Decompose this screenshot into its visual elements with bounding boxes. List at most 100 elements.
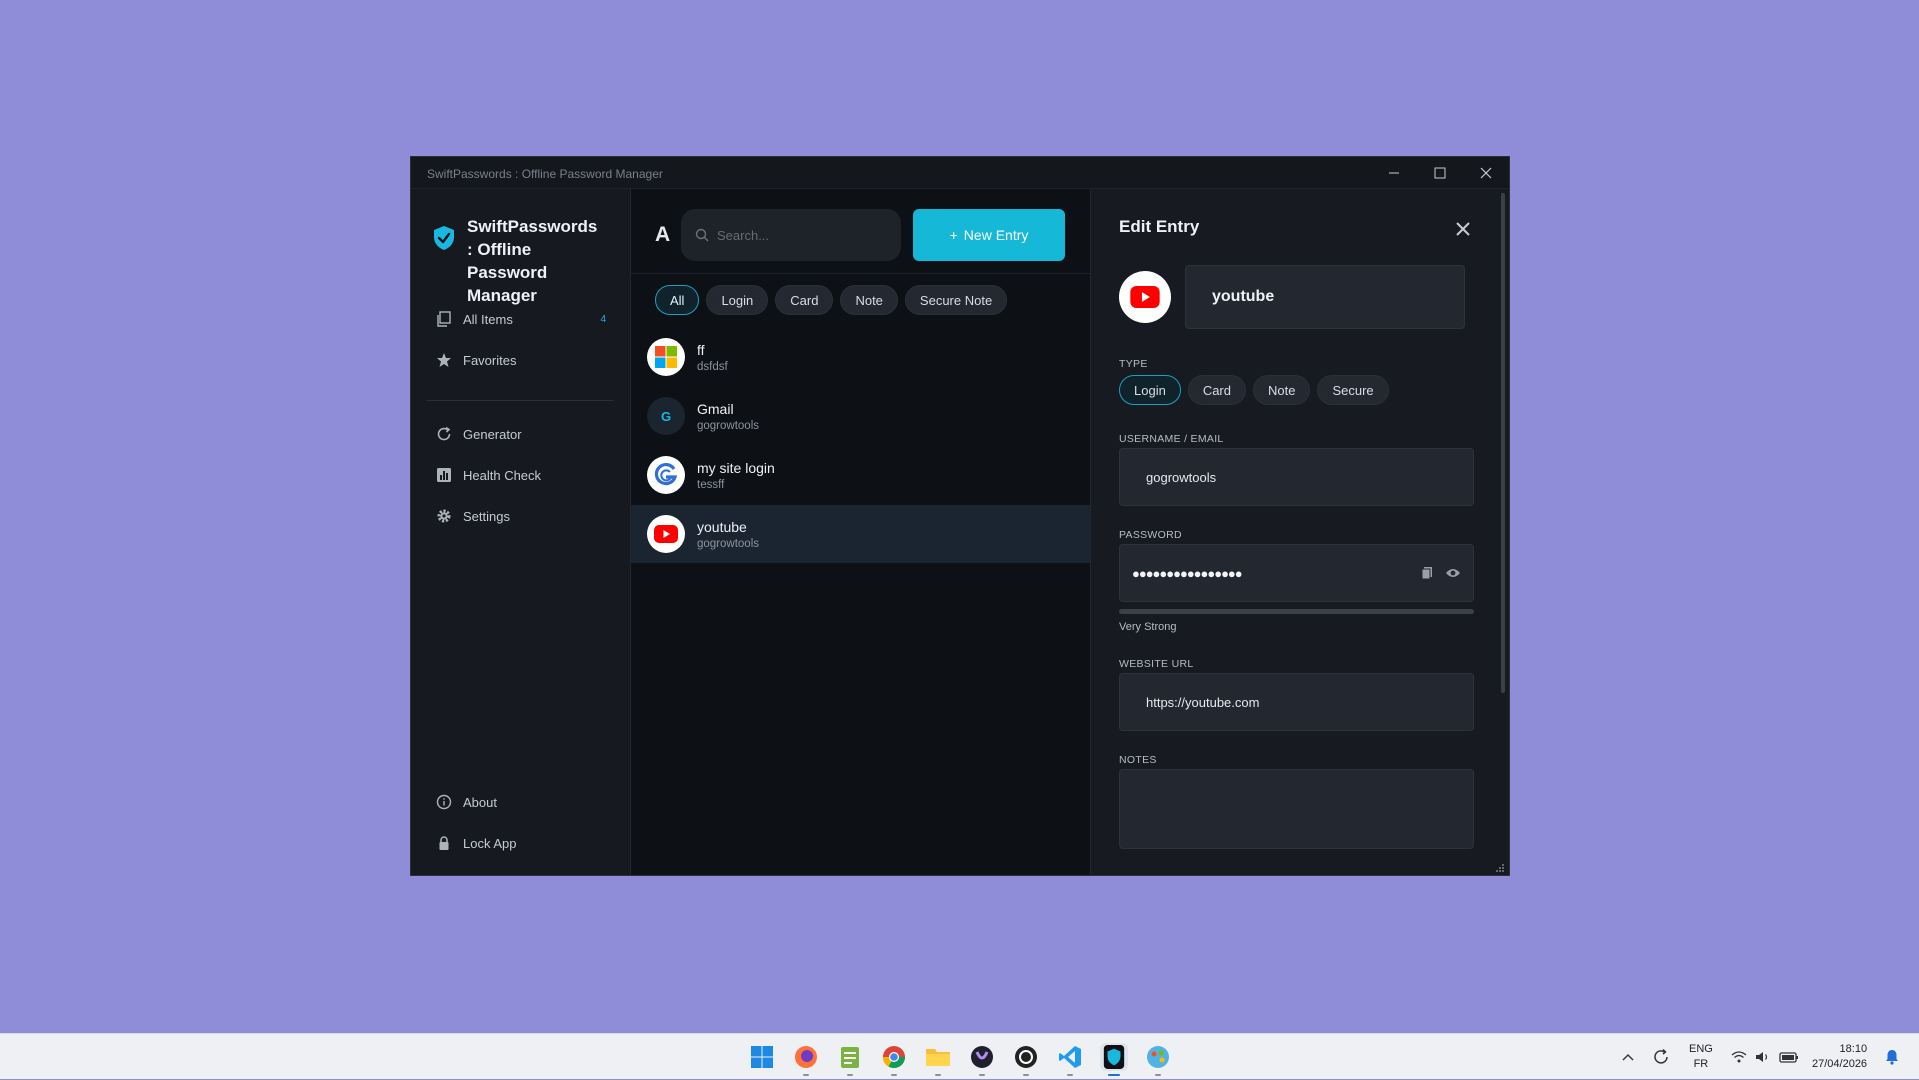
battery-icon (1779, 1052, 1798, 1063)
eye-icon[interactable] (1445, 567, 1461, 579)
filter-card[interactable]: Card (775, 285, 834, 315)
search-input[interactable] (715, 226, 875, 244)
sync-icon[interactable] (1652, 1048, 1670, 1066)
entry-title: my site login (697, 459, 775, 476)
filter-note[interactable]: Note (840, 285, 898, 315)
sidebar-item-settings[interactable]: Settings (427, 498, 616, 534)
entry-title: ff (697, 341, 705, 358)
username-field[interactable]: gogrowtools (1119, 448, 1474, 506)
lock-icon (435, 834, 453, 852)
sidebar-item-generator[interactable]: Generator (427, 416, 616, 452)
title-bar[interactable]: SwiftPasswords : Offline Password Manage… (411, 157, 1509, 189)
paint-icon[interactable] (1144, 1043, 1172, 1071)
filter-login[interactable]: Login (706, 285, 769, 315)
letter-g-icon: G (647, 397, 685, 435)
copy-icon (435, 310, 453, 328)
entry-subtitle: dsfdsf (697, 360, 728, 373)
password-value: ●●●●●●●●●●●●●●●● (1132, 565, 1243, 581)
close-panel-button[interactable] (1451, 217, 1475, 241)
sidebar-item-label: Health Check (463, 467, 542, 483)
obs-icon[interactable] (1012, 1043, 1040, 1071)
running-indicator (1155, 1074, 1161, 1076)
scrollbar[interactable] (1501, 193, 1505, 693)
sidebar-item-label: About (463, 794, 497, 810)
filter-secure-note[interactable]: Secure Note (904, 285, 1008, 315)
running-indicator (979, 1074, 985, 1076)
refresh-icon (435, 425, 453, 443)
firefox-icon[interactable] (792, 1043, 820, 1071)
password-field[interactable]: ●●●●●●●●●●●●●●●● (1119, 544, 1474, 602)
swiftpasswords-icon[interactable] (1100, 1043, 1128, 1071)
list-item-selected[interactable]: youtube gogrowtools (631, 505, 1090, 563)
notifications[interactable] (1885, 1034, 1899, 1080)
type-selector: Login Card Note Secure (1119, 375, 1389, 405)
app-icon[interactable] (968, 1043, 996, 1071)
close-icon (1456, 222, 1470, 236)
filter-all[interactable]: All (655, 285, 700, 315)
taskbar: ENG FR 18:10 27/04/2026 (0, 1033, 1919, 1079)
info-icon (435, 793, 453, 811)
maximize-button[interactable] (1417, 157, 1463, 189)
file-explorer-icon[interactable] (924, 1043, 952, 1071)
minimize-button[interactable] (1371, 157, 1417, 189)
notepad-icon[interactable] (836, 1043, 864, 1071)
sidebar-item-label: All Items (463, 311, 513, 327)
resize-grip-icon[interactable] (1495, 863, 1505, 873)
sidebar-item-lock-app[interactable]: Lock App (427, 825, 616, 861)
youtube-logo-icon (647, 515, 685, 553)
list-item[interactable]: ff dsfdsf (631, 328, 1090, 386)
quick-settings[interactable] (1731, 1034, 1799, 1080)
shield-logo-icon (434, 226, 454, 250)
running-indicator (1023, 1074, 1029, 1076)
type-login[interactable]: Login (1119, 375, 1181, 405)
list-item[interactable]: G Gmail gogrowtools (631, 387, 1090, 445)
minimize-icon (1389, 172, 1399, 174)
type-card[interactable]: Card (1187, 375, 1246, 405)
type-secure[interactable]: Secure (1317, 375, 1389, 405)
running-indicator (803, 1074, 809, 1076)
search-box[interactable] (681, 209, 901, 261)
close-window-button[interactable] (1463, 157, 1509, 189)
lang-bottom: FR (1693, 1058, 1709, 1070)
notes-label: NOTES (1119, 754, 1157, 766)
notes-field[interactable] (1119, 769, 1474, 849)
entry-title: Gmail (697, 400, 734, 417)
volume-icon (1756, 1052, 1768, 1062)
new-entry-button[interactable]: + New Entry (913, 209, 1065, 261)
type-note[interactable]: Note (1253, 375, 1311, 405)
sidebar-item-all-items[interactable]: All Items 4 (427, 301, 616, 337)
divider (631, 273, 1090, 274)
website-url-field[interactable]: https://youtube.com (1119, 673, 1474, 731)
sidebar-item-favorites[interactable]: Favorites (427, 342, 616, 378)
lang-top: ENG (1689, 1043, 1713, 1055)
system-tray (1622, 1034, 1634, 1080)
entry-name-input[interactable]: youtube (1185, 265, 1465, 329)
chrome-icon[interactable] (880, 1043, 908, 1071)
sync-tray (1652, 1034, 1670, 1080)
microsoft-logo-icon (647, 338, 685, 376)
active-indicator (1108, 1074, 1120, 1076)
sidebar-item-label: Generator (463, 426, 522, 442)
vscode-icon[interactable] (1056, 1043, 1084, 1071)
type-label: TYPE (1119, 358, 1148, 370)
app-window: SwiftPasswords : Offline Password Manage… (410, 156, 1510, 876)
clock[interactable]: 18:10 27/04/2026 (1812, 1034, 1867, 1080)
sidebar-item-about[interactable]: About (427, 784, 616, 820)
sidebar-item-health-check[interactable]: Health Check (427, 457, 616, 493)
user-avatar[interactable]: A (655, 223, 670, 247)
divider (427, 400, 614, 401)
new-entry-label: New Entry (963, 227, 1029, 243)
chart-icon (435, 466, 453, 484)
entry-subtitle: tessff (697, 478, 725, 491)
item-count-badge: 4 (600, 313, 606, 325)
sidebar-item-label: Lock App (463, 835, 517, 851)
brand: SwiftPasswords : Offline Password Manage… (433, 215, 607, 307)
list-item[interactable]: my site login tessff (631, 446, 1090, 504)
language-indicator[interactable]: ENG FR (1689, 1034, 1713, 1080)
windows-start-icon[interactable] (748, 1043, 776, 1071)
window-title: SwiftPasswords : Offline Password Manage… (427, 167, 663, 181)
youtube-logo-icon[interactable] (1119, 271, 1171, 323)
copy-icon[interactable] (1421, 566, 1433, 580)
gear-icon (435, 507, 453, 525)
chevron-up-icon[interactable] (1622, 1053, 1634, 1061)
